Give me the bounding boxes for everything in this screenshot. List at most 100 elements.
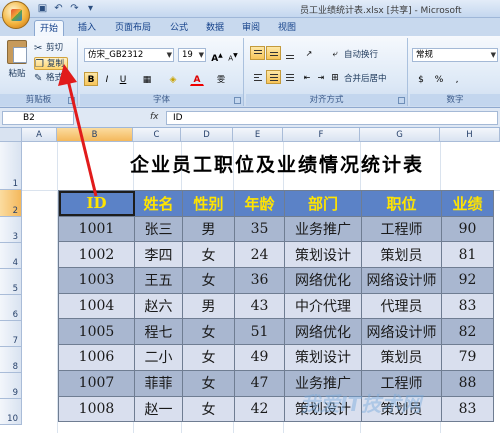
column-header[interactable]: B: [57, 128, 133, 142]
name-box[interactable]: B2: [2, 111, 74, 125]
increase-indent-icon[interactable]: ⇥: [314, 70, 328, 84]
align-top-icon[interactable]: [250, 46, 265, 60]
tab-home[interactable]: 开始: [34, 20, 64, 36]
header-cell[interactable]: 业绩: [441, 190, 494, 217]
table-cell[interactable]: 49: [234, 344, 285, 371]
table-cell[interactable]: 业务推广: [284, 215, 362, 243]
table-cell[interactable]: 女: [182, 241, 235, 269]
wrap-text-button[interactable]: 自动换行: [344, 48, 378, 60]
table-cell[interactable]: 女: [182, 267, 235, 294]
row-header[interactable]: 1: [0, 142, 22, 190]
table-cell[interactable]: 83: [441, 292, 494, 320]
table-cell[interactable]: 1002: [58, 241, 135, 269]
table-cell[interactable]: 1008: [58, 395, 135, 423]
header-cell[interactable]: 姓名: [134, 190, 183, 217]
table-cell[interactable]: 策划员: [361, 344, 442, 371]
table-cell[interactable]: 女: [182, 344, 235, 371]
alignment-dialog-launcher[interactable]: [398, 97, 405, 104]
table-cell[interactable]: 代理员: [361, 292, 442, 320]
table-cell[interactable]: 女: [182, 395, 235, 423]
percent-icon[interactable]: %: [432, 72, 446, 86]
underline-button[interactable]: U: [116, 72, 130, 86]
bold-button[interactable]: B: [84, 72, 98, 86]
table-cell[interactable]: 90: [441, 215, 494, 243]
table-cell[interactable]: 81: [441, 241, 494, 269]
header-cell[interactable]: 部门: [284, 190, 362, 217]
table-cell[interactable]: 51: [234, 318, 285, 346]
row-header[interactable]: 4: [0, 243, 22, 269]
table-cell[interactable]: 菲菲: [134, 369, 183, 397]
fill-color-icon[interactable]: ◈: [166, 72, 180, 86]
table-cell[interactable]: 1001: [58, 215, 135, 243]
table-cell[interactable]: 1007: [58, 369, 135, 397]
currency-icon[interactable]: $: [414, 72, 428, 86]
font-name-combo[interactable]: 仿宋_GB2312 ▼: [84, 48, 174, 62]
grow-font-icon[interactable]: A▲: [210, 48, 224, 64]
number-format-combo[interactable]: 常规 ▼: [412, 48, 498, 62]
table-cell[interactable]: 中介代理: [284, 292, 362, 320]
row-header[interactable]: 2: [0, 190, 22, 217]
table-cell[interactable]: 赵六: [134, 292, 183, 320]
column-header[interactable]: A: [22, 128, 57, 142]
table-cell[interactable]: 张三: [134, 215, 183, 243]
tab-page-layout[interactable]: 页面布局: [108, 20, 158, 36]
shrink-font-icon[interactable]: A▼: [226, 48, 240, 62]
row-header[interactable]: 3: [0, 217, 22, 243]
phonetic-icon[interactable]: 雯: [214, 72, 228, 86]
table-cell[interactable]: 36: [234, 267, 285, 294]
table-cell[interactable]: 1003: [58, 267, 135, 294]
tab-formulas[interactable]: 公式: [164, 20, 194, 36]
table-cell[interactable]: 47: [234, 369, 285, 397]
comma-icon[interactable]: ,: [450, 72, 464, 86]
table-cell[interactable]: 24: [234, 241, 285, 269]
clipboard-dialog-launcher[interactable]: [68, 97, 75, 104]
customize-qat-icon[interactable]: ▾: [84, 2, 97, 15]
table-cell[interactable]: 女: [182, 318, 235, 346]
orientation-icon[interactable]: ↗: [302, 46, 316, 60]
redo-icon[interactable]: ↷: [68, 2, 81, 15]
cut-button[interactable]: ✂ 剪切: [34, 42, 63, 55]
table-cell[interactable]: 男: [182, 292, 235, 320]
sheet-title[interactable]: 企业员工职位及业绩情况统计表: [57, 150, 497, 177]
table-cell[interactable]: 88: [441, 369, 494, 397]
align-center-icon[interactable]: [266, 70, 281, 84]
table-cell[interactable]: 1005: [58, 318, 135, 346]
table-cell[interactable]: 策划设计: [284, 241, 362, 269]
table-cell[interactable]: 程七: [134, 318, 183, 346]
table-cell[interactable]: 35: [234, 215, 285, 243]
font-dialog-launcher[interactable]: [234, 97, 241, 104]
undo-icon[interactable]: ↶: [52, 2, 65, 15]
column-header[interactable]: E: [233, 128, 283, 142]
align-left-icon[interactable]: [250, 70, 265, 84]
table-cell[interactable]: 83: [441, 395, 494, 423]
header-cell[interactable]: 年龄: [234, 190, 285, 217]
table-cell[interactable]: 网络优化: [284, 318, 362, 346]
row-header[interactable]: 6: [0, 295, 22, 321]
table-cell[interactable]: 43: [234, 292, 285, 320]
tab-review[interactable]: 审阅: [236, 20, 266, 36]
table-cell[interactable]: 赵一: [134, 395, 183, 423]
row-header[interactable]: 9: [0, 373, 22, 399]
column-header[interactable]: C: [133, 128, 181, 142]
table-cell[interactable]: 92: [441, 267, 494, 294]
table-cell[interactable]: 网络设计师: [361, 267, 442, 294]
table-cell[interactable]: 82: [441, 318, 494, 346]
row-header[interactable]: 7: [0, 321, 22, 347]
column-header[interactable]: H: [440, 128, 500, 142]
tab-data[interactable]: 数据: [200, 20, 230, 36]
row-header[interactable]: 5: [0, 269, 22, 295]
column-header[interactable]: G: [360, 128, 440, 142]
tab-view[interactable]: 视图: [272, 20, 302, 36]
column-header[interactable]: F: [283, 128, 360, 142]
header-cell[interactable]: 性别: [182, 190, 235, 217]
formula-input[interactable]: ID: [166, 111, 498, 125]
tab-insert[interactable]: 插入: [72, 20, 102, 36]
table-cell[interactable]: 42: [234, 395, 285, 423]
table-cell[interactable]: 网络优化: [284, 267, 362, 294]
align-right-icon[interactable]: [282, 70, 297, 84]
font-color-icon[interactable]: A: [190, 72, 204, 86]
align-bottom-icon[interactable]: [282, 46, 297, 60]
copy-button[interactable]: ❐ 复制: [34, 57, 68, 70]
align-middle-icon[interactable]: [266, 46, 281, 60]
table-cell[interactable]: 网络设计师: [361, 318, 442, 346]
